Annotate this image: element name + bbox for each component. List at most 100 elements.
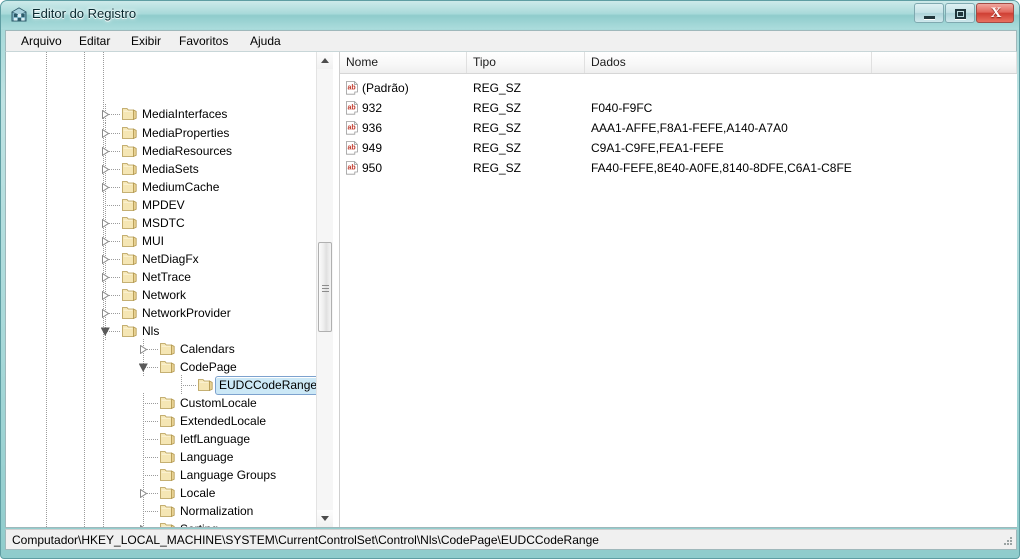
expand-triangle-icon[interactable] xyxy=(101,309,110,318)
resize-grip[interactable] xyxy=(1001,535,1013,547)
expand-triangle-icon[interactable] xyxy=(101,183,110,192)
registry-key-icon xyxy=(160,396,175,410)
scrollbar-thumb[interactable] xyxy=(318,242,332,332)
tree-item[interactable]: Language Groups xyxy=(6,465,318,485)
menu-item-arquivo[interactable]: Arquivo xyxy=(14,33,69,50)
scroll-up-arrow[interactable] xyxy=(317,52,333,69)
value-type: REG_SZ xyxy=(473,121,522,135)
minimize-button[interactable] xyxy=(914,3,944,23)
value-data: F040-F9FC xyxy=(591,101,653,115)
tree-item[interactable]: MSDTC xyxy=(6,213,318,233)
tree-item[interactable]: NetworkProvider xyxy=(6,303,318,323)
tree-item[interactable]: CodePage xyxy=(6,357,318,377)
tree-item[interactable]: NetDiagFx xyxy=(6,249,318,269)
tree-item-selected[interactable]: EUDCCodeRange xyxy=(6,375,318,395)
expand-triangle-icon[interactable] xyxy=(139,489,148,498)
tree-item[interactable]: MediaSets xyxy=(6,159,318,179)
registry-key-icon xyxy=(122,144,137,158)
registry-value-row[interactable]: ab 932 REG_SZ F040-F9FC xyxy=(340,98,1017,118)
registry-value-row[interactable]: ab 936 REG_SZ AAA1-AFFE,F8A1-FEFE,A140-A7A0 xyxy=(340,118,1017,138)
collapse-triangle-icon[interactable] xyxy=(139,363,148,372)
title-bar: Editor do Registro X xyxy=(1,1,1019,29)
expand-triangle-icon[interactable] xyxy=(101,255,110,264)
menu-item-favoritos[interactable]: Favoritos xyxy=(172,33,235,50)
close-icon: X xyxy=(990,5,1002,21)
value-data: FA40-FEFE,8E40-A0FE,8140-8DFE,C6A1-C8FE xyxy=(591,161,852,175)
registry-tree-pane[interactable]: MediaInterfaces MediaProperties MediaResou… xyxy=(6,52,334,527)
registry-editor-window: Editor do Registro X Arquivo Editar Exibir… xyxy=(0,0,1020,559)
regedit-icon xyxy=(10,6,28,24)
registry-value-row[interactable]: ab 950 REG_SZ FA40-FEFE,8E40-A0FE,8140-8DFE… xyxy=(340,158,1017,178)
tree-item-label: Locale xyxy=(180,486,216,500)
scroll-down-arrow[interactable] xyxy=(317,510,333,527)
tree-item[interactable]: Normalization xyxy=(6,501,318,521)
tree-item-label: Language xyxy=(180,450,234,464)
registry-values-pane[interactable]: Nome Tipo Dados ab (Padrão) REG_SZ ab 932 REG_S… xyxy=(339,52,1017,527)
expand-triangle-icon[interactable] xyxy=(101,237,110,246)
column-header-tipo[interactable]: Tipo xyxy=(467,52,585,73)
tree-item[interactable]: MediaResources xyxy=(6,141,318,161)
tree-item[interactable]: IetfLanguage xyxy=(6,429,318,449)
minimize-icon xyxy=(924,16,935,19)
registry-key-icon xyxy=(122,270,137,284)
column-header-nome[interactable]: Nome xyxy=(340,52,467,73)
registry-key-icon xyxy=(122,126,137,140)
expand-triangle-icon[interactable] xyxy=(101,110,110,119)
close-button[interactable]: X xyxy=(976,3,1014,23)
menu-bar: Arquivo Editar Exibir Favoritos Ajuda xyxy=(5,30,1017,51)
tree-item[interactable]: Calendars xyxy=(6,339,318,359)
registry-key-icon xyxy=(198,378,213,392)
tree-item[interactable]: ExtendedLocale xyxy=(6,411,318,431)
tree-item[interactable]: MediaProperties xyxy=(6,123,318,143)
expand-triangle-icon[interactable] xyxy=(101,165,110,174)
svg-text:ab: ab xyxy=(348,145,356,152)
scroll-up-icon xyxy=(321,58,329,63)
registry-value-row[interactable]: ab 949 REG_SZ C9A1-C9FE,FEA1-FEFE xyxy=(340,138,1017,158)
expand-triangle-icon[interactable] xyxy=(101,129,110,138)
string-value-icon: ab xyxy=(345,101,359,115)
menu-item-exibir[interactable]: Exibir xyxy=(124,33,168,50)
tree-item-label: MPDEV xyxy=(142,198,185,212)
tree-item[interactable]: CustomLocale xyxy=(6,393,318,413)
tree-item[interactable]: Language xyxy=(6,447,318,467)
tree-vertical-scrollbar[interactable] xyxy=(316,52,333,527)
svg-text:ab: ab xyxy=(348,125,356,132)
value-data: C9A1-C9FE,FEA1-FEFE xyxy=(591,141,724,155)
menu-item-ajuda[interactable]: Ajuda xyxy=(243,33,288,50)
value-type: REG_SZ xyxy=(473,101,522,115)
expand-triangle-icon[interactable] xyxy=(101,219,110,228)
value-name: 936 xyxy=(362,121,383,135)
tree-item[interactable]: MUI xyxy=(6,231,318,251)
tree-connector-horizontal xyxy=(143,439,159,440)
value-name: 950 xyxy=(362,161,383,175)
tree-connector-horizontal xyxy=(143,421,159,422)
expand-triangle-icon[interactable] xyxy=(101,291,110,300)
tree-item-label: Network xyxy=(142,288,187,302)
tree-item[interactable]: Nls xyxy=(6,321,318,341)
expand-triangle-icon[interactable] xyxy=(101,147,110,156)
registry-key-icon xyxy=(122,288,137,302)
tree-item[interactable]: MPDEV xyxy=(6,195,318,215)
maximize-button[interactable] xyxy=(945,3,975,23)
registry-tree: MediaInterfaces MediaProperties MediaResou… xyxy=(6,52,318,527)
tree-item[interactable]: NetTrace xyxy=(6,267,318,287)
registry-value-row[interactable]: ab (Padrão) REG_SZ xyxy=(340,78,1017,98)
column-header-blank[interactable] xyxy=(872,52,1017,73)
expand-triangle-icon[interactable] xyxy=(101,273,110,282)
tree-item[interactable]: MediumCache xyxy=(6,177,318,197)
tree-item[interactable]: Sorting xyxy=(6,519,318,527)
tree-item[interactable]: Locale xyxy=(6,483,318,503)
tree-item[interactable]: Network xyxy=(6,285,318,305)
column-header-dados[interactable]: Dados xyxy=(585,52,872,73)
tree-item-label: MediaProperties xyxy=(142,126,230,140)
value-data: AAA1-AFFE,F8A1-FEFE,A140-A7A0 xyxy=(591,121,788,135)
tree-connector-horizontal xyxy=(143,475,159,476)
collapse-triangle-icon[interactable] xyxy=(101,327,110,336)
menu-item-editar[interactable]: Editar xyxy=(72,33,117,50)
registry-key-icon xyxy=(122,216,137,230)
tree-item-label: IetfLanguage xyxy=(180,432,251,446)
registry-key-icon xyxy=(160,450,175,464)
expand-triangle-icon[interactable] xyxy=(139,345,148,354)
tree-item[interactable]: MediaInterfaces xyxy=(6,104,318,124)
expand-triangle-icon[interactable] xyxy=(139,525,148,527)
